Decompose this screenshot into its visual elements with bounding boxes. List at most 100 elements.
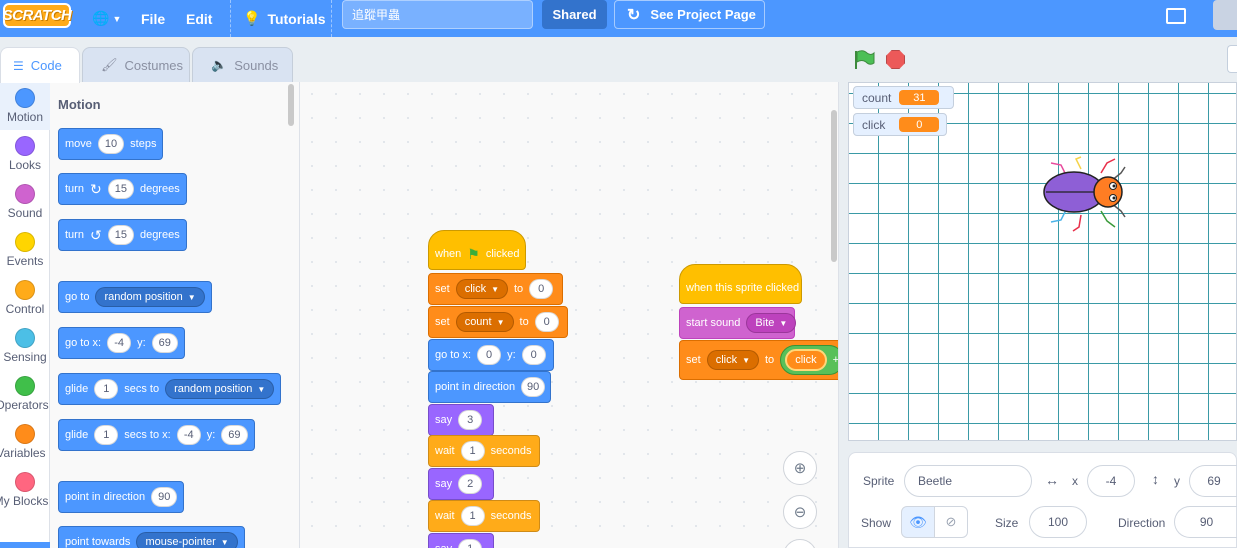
scratch-logo[interactable]: SCRATCH (3, 3, 72, 28)
category-sensing[interactable]: Sensing (0, 322, 50, 370)
say-block[interactable]: say 2 (428, 468, 494, 500)
x-input[interactable]: 0 (477, 345, 502, 365)
click-variable-monitor[interactable]: click 0 (853, 113, 947, 136)
say-block[interactable]: say 1 (428, 533, 494, 548)
direction-input[interactable]: 90 (1174, 506, 1237, 538)
category-label: My Blocks (0, 494, 49, 508)
seconds-input[interactable]: 1 (460, 506, 485, 526)
value-input[interactable]: 0 (534, 312, 559, 332)
set-click-block[interactable]: set click ▼ to click + (679, 340, 839, 380)
script-area[interactable]: when ⚑ clicked set click ▼ to 0 set count… (300, 82, 839, 548)
sound-dropdown[interactable]: Bite ▼ (746, 313, 797, 333)
tab-costumes[interactable]: 🖌 Costumes (82, 47, 190, 83)
tab-code[interactable]: ☰ Code (0, 47, 80, 83)
chevron-down-icon: ▼ (779, 318, 788, 328)
y-input[interactable]: 69 (1189, 465, 1237, 497)
category-looks[interactable]: Looks (0, 130, 50, 178)
when-flag-clicked-block[interactable]: when ⚑ clicked (428, 230, 526, 270)
seconds-input[interactable]: 1 (460, 441, 485, 461)
remix-icon: ↻ (627, 6, 641, 24)
wait-block[interactable]: wait 1 seconds (428, 435, 540, 467)
y-input[interactable]: 0 (521, 345, 546, 365)
direction-input[interactable]: 90 (151, 487, 178, 507)
click-variable-reporter[interactable]: click (785, 349, 827, 371)
x-input[interactable]: -4 (176, 425, 201, 445)
turn-right-block[interactable]: turn ↻ 15 degrees (58, 173, 187, 205)
my-stuff-folder-icon[interactable] (1166, 8, 1186, 24)
x-input[interactable]: -4 (1087, 465, 1135, 497)
show-sprite-button[interactable]: 👁 (901, 506, 935, 538)
variable-dropdown[interactable]: click ▼ (455, 279, 508, 299)
size-input[interactable]: 100 (1029, 506, 1087, 538)
y-input[interactable]: 69 (151, 333, 178, 353)
zoom-in-button[interactable]: ⊕ (783, 451, 817, 485)
sprite-name-input[interactable]: Beetle (904, 465, 1032, 497)
set-count-block[interactable]: set count ▼ to 0 (428, 306, 568, 338)
when-this-sprite-clicked-block[interactable]: when this sprite clicked (679, 264, 802, 304)
add-extension-button[interactable] (0, 542, 50, 548)
start-sound-block[interactable]: start sound Bite ▼ (679, 307, 797, 339)
user-avatar[interactable] (1213, 0, 1237, 30)
category-control[interactable]: Control (0, 274, 50, 322)
category-events[interactable]: Events (0, 226, 50, 274)
y-input[interactable]: 69 (221, 425, 248, 445)
category-my-blocks[interactable]: My Blocks (0, 466, 50, 514)
move-steps-block[interactable]: move 10 steps (58, 128, 164, 160)
hide-sprite-button[interactable]: ⊘ (934, 506, 968, 538)
category-variables[interactable]: Variables (0, 418, 50, 466)
script-scrollbar[interactable] (831, 110, 837, 262)
category-operators[interactable]: Operators (0, 370, 50, 418)
degrees-input[interactable]: 15 (107, 225, 134, 245)
file-menu[interactable]: File (141, 0, 165, 37)
reset-zoom-button[interactable]: = (783, 539, 817, 548)
shared-button[interactable]: Shared (542, 0, 607, 29)
wait-block[interactable]: wait 1 seconds (428, 500, 540, 532)
category-sound[interactable]: Sound (0, 178, 50, 226)
add-operator-block[interactable]: click + (780, 345, 839, 375)
go-to-dropdown[interactable]: random position ▼ (95, 287, 205, 307)
direction-input[interactable]: 90 (521, 377, 546, 397)
degrees-input[interactable]: 15 (107, 179, 134, 199)
menu-bar: SCRATCH 🌐 ▼ File Edit 💡 Tutorials 追蹤甲蟲 Sh… (0, 0, 1237, 37)
variable-dropdown[interactable]: click ▼ (706, 350, 759, 370)
palette-scrollbar[interactable] (288, 84, 294, 126)
message-input[interactable]: 3 (458, 410, 483, 430)
count-variable-monitor[interactable]: count 31 (853, 86, 954, 109)
set-click-block[interactable]: set click ▼ to 0 (428, 273, 563, 305)
beetle-sprite[interactable] (1041, 155, 1131, 235)
stage-size-toggle[interactable] (1227, 45, 1237, 73)
turn-left-block[interactable]: turn ↺ 15 degrees (58, 219, 187, 251)
operator-symbol: + (832, 354, 839, 366)
dropdown-value: random position (104, 291, 183, 303)
point-towards-dropdown[interactable]: mouse-pointer ▼ (136, 532, 238, 548)
say-block[interactable]: say 3 (428, 404, 494, 436)
project-title-input[interactable]: 追蹤甲蟲 (342, 0, 533, 29)
category-motion[interactable]: Motion (0, 82, 50, 130)
see-project-page-button[interactable]: ↻ See Project Page (614, 0, 765, 29)
value-input[interactable]: 0 (529, 279, 554, 299)
variable-dropdown[interactable]: count ▼ (455, 312, 514, 332)
tutorials-button[interactable]: 💡 Tutorials (243, 0, 326, 37)
edit-menu[interactable]: Edit (186, 0, 212, 37)
secs-input[interactable]: 1 (94, 379, 119, 399)
x-input[interactable]: -4 (107, 333, 132, 353)
message-input[interactable]: 2 (458, 474, 483, 494)
steps-input[interactable]: 10 (97, 134, 125, 154)
go-to-xy-block[interactable]: go to x: 0 y: 0 (428, 339, 554, 371)
glide-to-dropdown[interactable]: random position ▼ (165, 379, 275, 399)
point-in-direction-block[interactable]: point in direction 90 (58, 481, 185, 513)
glide-to-block[interactable]: glide 1 secs to random position ▼ (58, 373, 282, 405)
point-towards-block[interactable]: point towards mouse-pointer ▼ (58, 526, 245, 548)
block-text: seconds (490, 445, 532, 457)
tab-sounds[interactable]: 🔈 Sounds (192, 47, 293, 83)
message-input[interactable]: 1 (458, 539, 483, 548)
point-in-direction-block[interactable]: point in direction 90 (428, 371, 551, 403)
language-menu[interactable]: 🌐 ▼ (92, 0, 121, 37)
zoom-out-button[interactable]: ⊖ (783, 495, 817, 529)
go-to-block[interactable]: go to random position ▼ (58, 281, 212, 313)
secs-input[interactable]: 1 (94, 425, 119, 445)
green-flag-icon[interactable] (853, 50, 875, 70)
go-to-xy-block[interactable]: go to x: -4 y: 69 (58, 327, 185, 359)
block-text: say (435, 543, 452, 548)
glide-to-xy-block[interactable]: glide 1 secs to x: -4 y: 69 (58, 419, 255, 451)
